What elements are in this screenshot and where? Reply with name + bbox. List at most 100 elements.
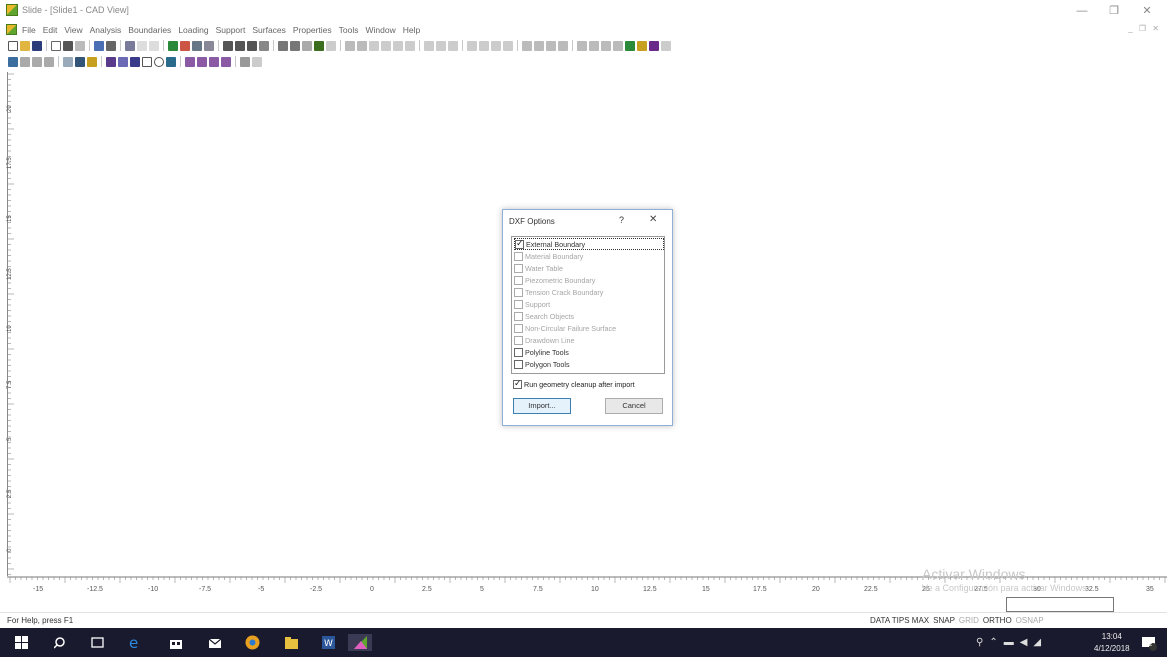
slope-limits-icon[interactable] bbox=[345, 40, 355, 51]
menu-surfaces[interactable]: Surfaces bbox=[252, 25, 286, 35]
menu-tools[interactable]: Tools bbox=[339, 25, 359, 35]
arc-icon[interactable] bbox=[118, 56, 128, 67]
layers-icon[interactable] bbox=[125, 40, 135, 51]
windows-start-icon[interactable] bbox=[13, 634, 30, 651]
line-draw-icon[interactable] bbox=[63, 56, 73, 67]
menu-support[interactable]: Support bbox=[216, 25, 246, 35]
zoom-all-icon[interactable] bbox=[223, 40, 233, 51]
menu-loading[interactable]: Loading bbox=[178, 25, 208, 35]
menu-window[interactable]: Window bbox=[366, 25, 396, 35]
chrome-icon[interactable] bbox=[244, 634, 261, 651]
info-icon[interactable] bbox=[601, 40, 611, 51]
query-icon[interactable] bbox=[589, 40, 599, 51]
mail-icon[interactable] bbox=[206, 634, 223, 651]
pan-icon[interactable] bbox=[278, 40, 288, 51]
dialog-help-button[interactable]: ? bbox=[619, 215, 624, 225]
angle-icon[interactable] bbox=[209, 56, 219, 67]
battery-icon[interactable]: ▬ bbox=[1004, 637, 1014, 648]
close-button[interactable]: ✕ bbox=[1133, 3, 1161, 19]
chart-icon[interactable] bbox=[204, 40, 214, 51]
checkbox[interactable] bbox=[514, 359, 523, 369]
zoom-out-icon[interactable] bbox=[247, 40, 257, 51]
people-icon[interactable]: ⚲ bbox=[976, 637, 983, 648]
search-icon[interactable] bbox=[52, 634, 69, 651]
import-button[interactable]: Import... bbox=[513, 398, 571, 414]
taskbar-clock[interactable]: 13:04 4/12/2018 bbox=[1094, 631, 1130, 655]
load-icon[interactable] bbox=[436, 40, 446, 51]
table-icon[interactable] bbox=[106, 40, 116, 51]
word-icon[interactable]: W bbox=[320, 634, 337, 651]
view-split-icon[interactable] bbox=[44, 56, 54, 67]
boundary-icon[interactable] bbox=[314, 40, 324, 51]
osnap-toggle[interactable]: OSNAP bbox=[1016, 616, 1044, 625]
document-icon[interactable] bbox=[6, 24, 17, 35]
support-icon[interactable] bbox=[424, 40, 434, 51]
minimize-button[interactable]: — bbox=[1068, 3, 1096, 19]
cancel-button[interactable]: Cancel bbox=[605, 398, 663, 414]
slope-search-icon[interactable] bbox=[369, 40, 379, 51]
bisect-icon[interactable] bbox=[221, 56, 231, 67]
menu-properties[interactable]: Properties bbox=[293, 25, 332, 35]
interpret-icon[interactable] bbox=[180, 40, 190, 51]
task-view-icon[interactable] bbox=[89, 634, 106, 651]
view-tile-icon[interactable] bbox=[20, 56, 30, 67]
style-icon[interactable] bbox=[252, 56, 262, 67]
arrow-icon[interactable] bbox=[534, 40, 544, 51]
measure-icon[interactable] bbox=[577, 40, 587, 51]
snap-toggle[interactable]: SNAP bbox=[933, 616, 955, 625]
properties-icon[interactable] bbox=[503, 40, 513, 51]
dimension-icon[interactable] bbox=[522, 40, 532, 51]
option-polygon-tools[interactable]: Polygon Tools bbox=[514, 358, 664, 370]
undo-icon[interactable] bbox=[137, 40, 147, 51]
grid-icon[interactable] bbox=[192, 40, 202, 51]
arrow-draw-icon[interactable] bbox=[75, 56, 85, 67]
ortho-toggle[interactable]: ORTHO bbox=[983, 616, 1012, 625]
compute-icon[interactable] bbox=[168, 40, 178, 51]
help-icon[interactable] bbox=[661, 40, 671, 51]
new-file-icon[interactable] bbox=[8, 40, 18, 51]
mdi-controls[interactable]: _ ❐ ✕ bbox=[1128, 24, 1161, 33]
menu-view[interactable]: View bbox=[64, 25, 82, 35]
data-tips-toggle[interactable]: DATA TIPS MAX bbox=[870, 616, 929, 625]
option-external-boundary[interactable]: External Boundary bbox=[514, 238, 664, 250]
slide-app-taskbar-icon[interactable] bbox=[348, 634, 372, 651]
print-preview-icon[interactable] bbox=[51, 40, 61, 51]
restore-button[interactable]: ❐ bbox=[1100, 3, 1128, 19]
save-icon[interactable] bbox=[32, 40, 42, 51]
snap-icon[interactable] bbox=[240, 56, 250, 67]
zoom-in-icon[interactable] bbox=[235, 40, 245, 51]
export-icon[interactable] bbox=[75, 40, 85, 51]
ellipse-icon[interactable] bbox=[558, 40, 568, 51]
menu-boundaries[interactable]: Boundaries bbox=[128, 25, 171, 35]
view-columns-icon[interactable] bbox=[32, 56, 42, 67]
grid-toggle[interactable]: GRID bbox=[959, 616, 979, 625]
zoom-window-icon[interactable] bbox=[259, 40, 269, 51]
rectangle-icon[interactable] bbox=[142, 56, 152, 67]
zoom-extents-icon[interactable] bbox=[302, 40, 312, 51]
checkbox[interactable] bbox=[514, 347, 523, 357]
move-vertex-icon[interactable] bbox=[491, 40, 501, 51]
chevron-up-icon[interactable]: ⌃ bbox=[989, 637, 997, 648]
menu-help[interactable]: Help bbox=[403, 25, 420, 35]
water-table-icon[interactable] bbox=[448, 40, 458, 51]
image-icon[interactable] bbox=[87, 56, 97, 67]
cleanup-checkbox[interactable] bbox=[513, 378, 522, 389]
path-search-icon[interactable] bbox=[381, 40, 391, 51]
dialog-close-button[interactable]: ✕ bbox=[649, 214, 657, 225]
store-icon[interactable] bbox=[167, 634, 184, 651]
pencil-icon[interactable] bbox=[106, 56, 116, 67]
menu-file[interactable]: File bbox=[22, 25, 36, 35]
polygon-icon[interactable] bbox=[197, 56, 207, 67]
triangle-icon[interactable] bbox=[185, 56, 195, 67]
copy-icon[interactable] bbox=[94, 40, 104, 51]
menu-edit[interactable]: Edit bbox=[43, 25, 58, 35]
edge-browser-icon[interactable]: e bbox=[127, 634, 144, 651]
circle-icon[interactable] bbox=[154, 56, 164, 67]
view-grid-icon[interactable] bbox=[8, 56, 18, 67]
wifi-icon[interactable]: ◢ bbox=[1033, 637, 1041, 648]
results-icon[interactable] bbox=[637, 40, 647, 51]
open-file-icon[interactable] bbox=[20, 40, 30, 51]
add-vertex-icon[interactable] bbox=[467, 40, 477, 51]
checkbox[interactable] bbox=[515, 238, 524, 249]
grid-search-icon[interactable] bbox=[357, 40, 367, 51]
